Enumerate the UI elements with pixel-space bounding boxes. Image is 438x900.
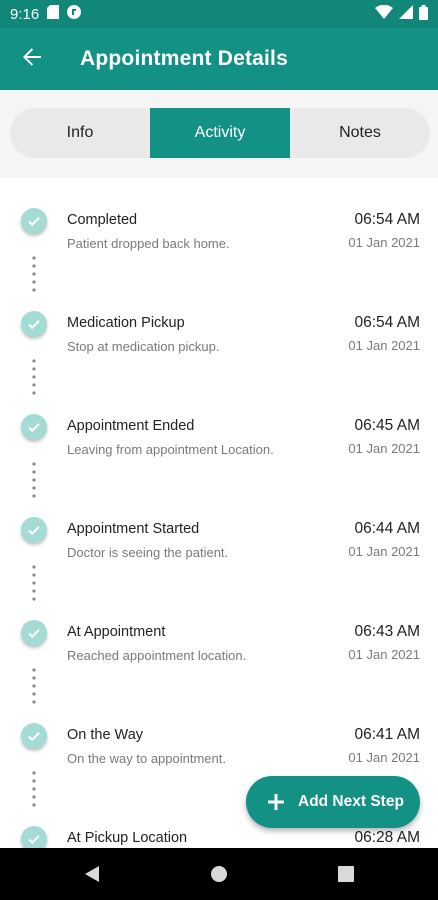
item-title: Completed bbox=[67, 212, 138, 228]
app-notification-icon bbox=[67, 5, 82, 23]
nav-back-icon[interactable] bbox=[80, 862, 104, 886]
check-icon bbox=[21, 208, 47, 234]
nav-home-icon[interactable] bbox=[207, 862, 231, 886]
item-title: At Pickup Location bbox=[67, 830, 188, 846]
item-title: Medication Pickup bbox=[67, 315, 185, 331]
system-nav-bar bbox=[0, 848, 438, 900]
item-date: 01 Jan 2021 bbox=[348, 544, 420, 559]
timeline-item: Appointment Started Doctor is seeing the… bbox=[0, 487, 438, 601]
item-description: Stop at medication pickup. bbox=[67, 339, 220, 354]
tab-notes[interactable]: Notes bbox=[290, 108, 430, 158]
check-icon bbox=[21, 826, 47, 848]
item-date: 01 Jan 2021 bbox=[348, 338, 420, 353]
status-time: 9:16 bbox=[10, 5, 40, 23]
item-description: Reached appointment location. bbox=[67, 648, 247, 663]
back-button[interactable] bbox=[0, 28, 64, 90]
nav-recents-icon[interactable] bbox=[334, 862, 358, 886]
check-icon bbox=[21, 723, 47, 749]
timeline-item: At Appointment Reached appointment locat… bbox=[0, 590, 438, 704]
tabs-container: Info Activity Notes bbox=[0, 90, 438, 178]
check-icon bbox=[21, 311, 47, 337]
item-time: 06:45 AM bbox=[354, 417, 421, 434]
activity-timeline[interactable]: Completed Patient dropped back home. 06:… bbox=[0, 178, 438, 848]
plus-icon bbox=[266, 792, 286, 812]
item-time: 06:54 AM bbox=[354, 314, 421, 331]
timeline-item: Medication Pickup Stop at medication pic… bbox=[0, 281, 438, 395]
timeline-item: Appointment Ended Leaving from appointme… bbox=[0, 384, 438, 498]
item-title: At Appointment bbox=[67, 624, 166, 640]
wifi-icon bbox=[375, 4, 393, 23]
item-description: Doctor is seeing the patient. bbox=[67, 545, 229, 560]
segmented-tabs: Info Activity Notes bbox=[10, 108, 430, 158]
check-icon bbox=[21, 620, 47, 646]
item-time: 06:28 AM bbox=[354, 829, 421, 846]
battery-icon bbox=[419, 4, 428, 24]
item-date: 01 Jan 2021 bbox=[348, 235, 420, 250]
app-bar: Appointment Details bbox=[0, 28, 438, 90]
item-description: On the way to appointment. bbox=[67, 751, 226, 766]
item-time: 06:54 AM bbox=[354, 211, 421, 228]
add-next-step-button[interactable]: Add Next Step bbox=[246, 776, 420, 828]
status-bar: 9:16 bbox=[0, 0, 438, 28]
item-title: On the Way bbox=[67, 727, 144, 743]
check-icon bbox=[21, 414, 47, 440]
item-date: 01 Jan 2021 bbox=[348, 750, 420, 765]
tab-activity[interactable]: Activity bbox=[150, 108, 290, 158]
item-time: 06:44 AM bbox=[354, 520, 421, 537]
fab-label: Add Next Step bbox=[298, 793, 404, 810]
signal-icon bbox=[399, 5, 413, 23]
item-title: Appointment Ended bbox=[67, 418, 195, 434]
item-date: 01 Jan 2021 bbox=[348, 647, 420, 662]
item-description: Leaving from appointment Location. bbox=[67, 442, 274, 457]
item-title: Appointment Started bbox=[67, 521, 200, 537]
check-icon bbox=[21, 517, 47, 543]
sd-card-icon bbox=[47, 5, 60, 23]
page-title: Appointment Details bbox=[80, 47, 288, 70]
item-date: 01 Jan 2021 bbox=[348, 441, 420, 456]
timeline-item: Completed Patient dropped back home. 06:… bbox=[0, 178, 438, 292]
item-description: Patient dropped back home. bbox=[67, 236, 230, 251]
item-time: 06:41 AM bbox=[354, 726, 421, 743]
item-time: 06:43 AM bbox=[354, 623, 421, 640]
tab-info[interactable]: Info bbox=[10, 108, 150, 158]
arrow-back-icon bbox=[22, 47, 42, 72]
